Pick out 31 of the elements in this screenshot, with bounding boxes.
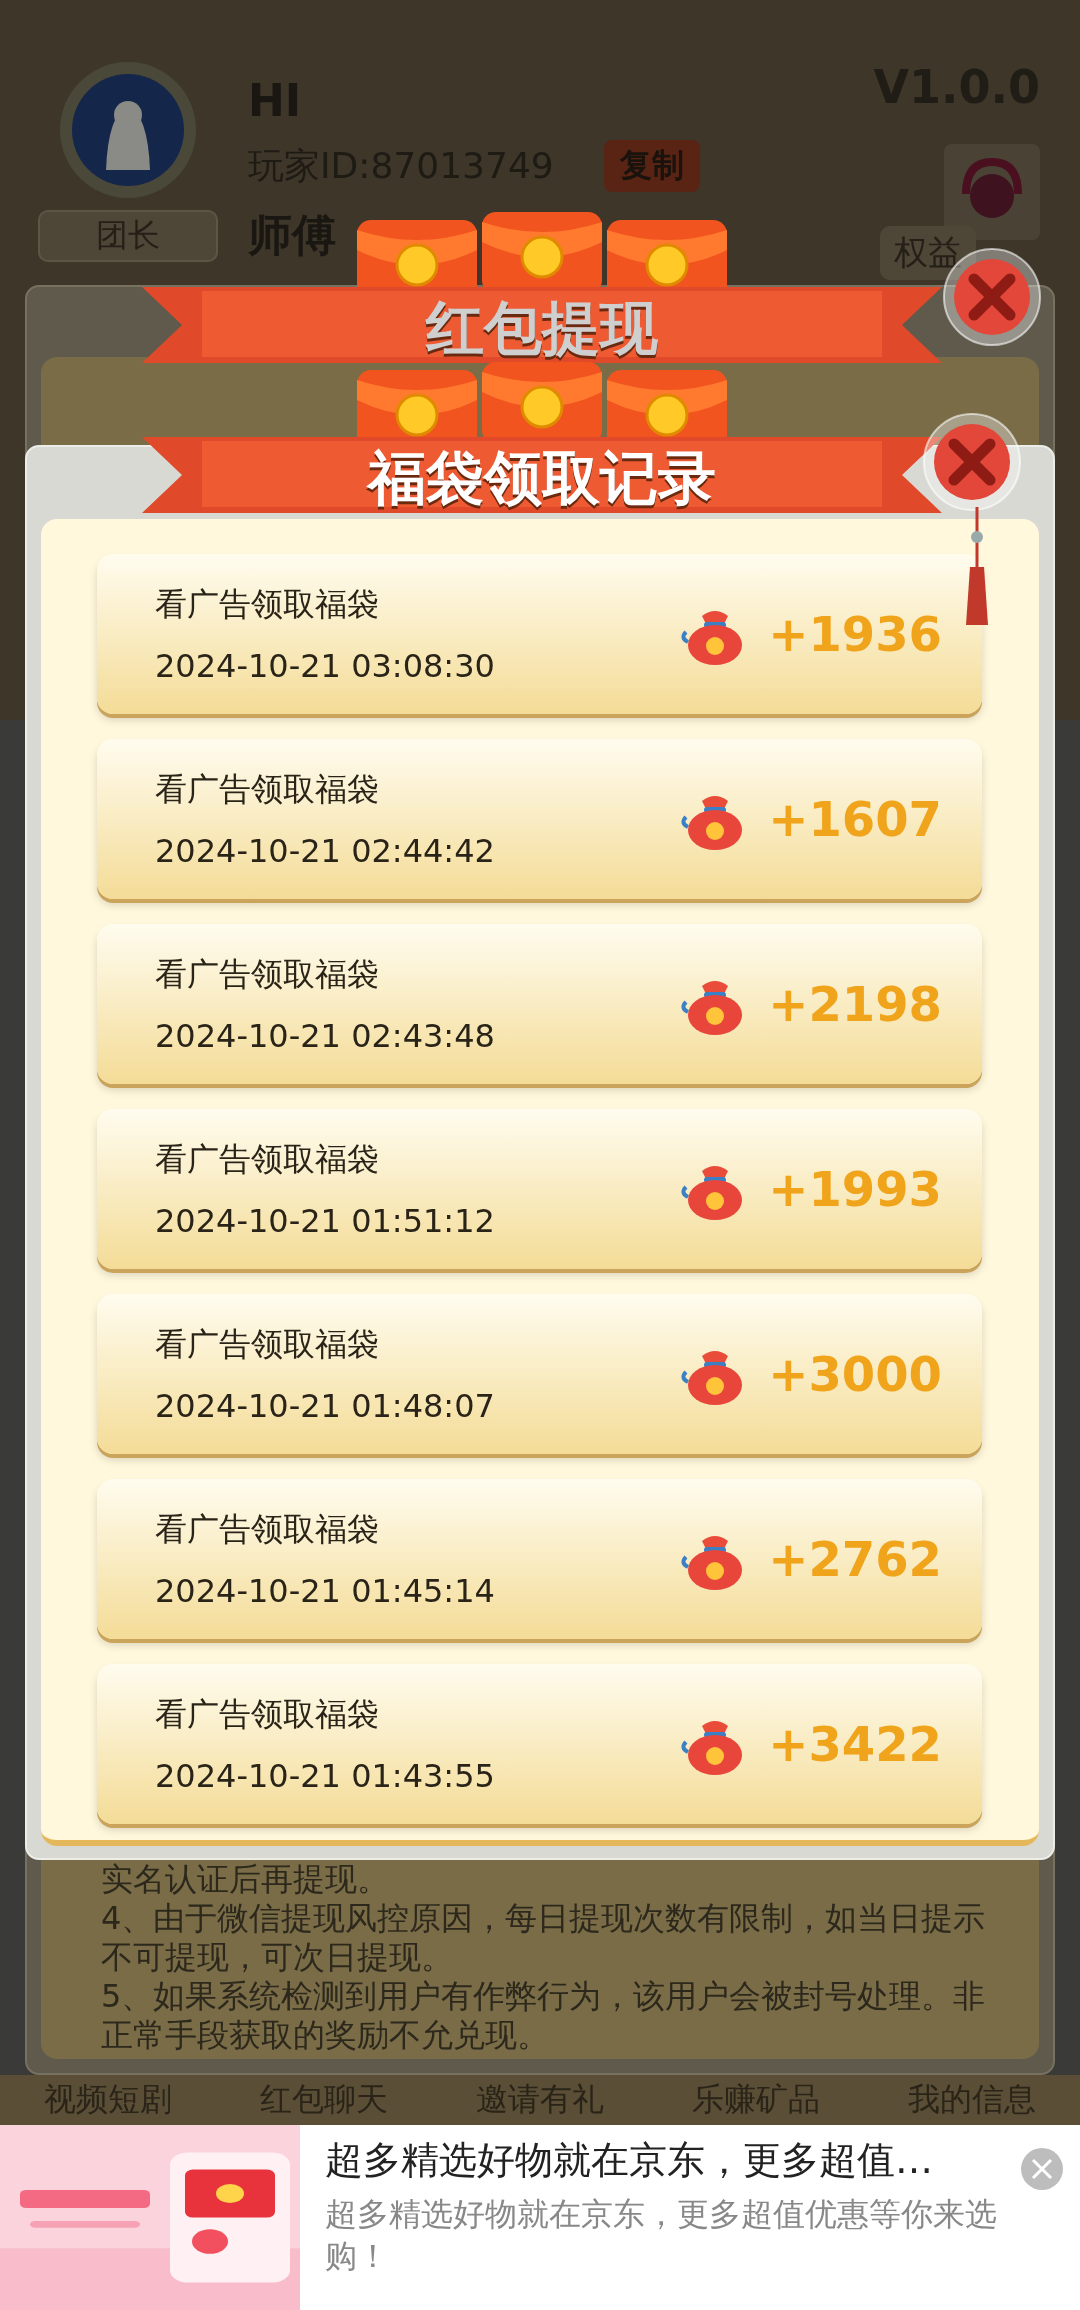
close-button[interactable] — [922, 412, 1022, 512]
record-amount: +1936 — [768, 606, 942, 662]
record-title: 看广告领取福袋 — [155, 769, 380, 810]
record-time: 2024-10-21 01:45:14 — [155, 1572, 496, 1610]
rule-text: 实名认证后再提现。 — [101, 1860, 390, 1899]
rule-text: 4、由于微信提现风控原因，每日提现次数有限制，如当日提示不可提现，可次日提现。 — [101, 1899, 987, 1977]
record-time: 2024-10-21 03:08:30 — [155, 647, 496, 685]
record-amount: +1993 — [768, 1161, 942, 1217]
rule-text: 5、如果系统检测到用户有作弊行为，该用户会被封号处理。非正常手段获取的奖励不允兑现。 — [101, 1977, 987, 2055]
record-time: 2024-10-21 02:43:48 — [155, 1017, 496, 1055]
record-title: 看广告领取福袋 — [155, 1139, 380, 1180]
record-title: 看广告领取福袋 — [155, 1694, 380, 1735]
avatar[interactable] — [58, 60, 198, 200]
record-amount: +2762 — [768, 1531, 942, 1587]
record-title: 看广告领取福袋 — [155, 1324, 380, 1365]
record-time: 2024-10-21 01:43:55 — [155, 1757, 496, 1795]
record-amount: +1607 — [768, 791, 942, 847]
record-time: 2024-10-21 01:48:07 — [155, 1387, 496, 1425]
record-title: 看广告领取福袋 — [155, 954, 380, 995]
record-title: 看广告领取福袋 — [155, 1509, 380, 1550]
record-amount: +3000 — [768, 1346, 942, 1402]
ad-headline[interactable]: 超多精选好物就在京东，更多超值… — [325, 2135, 933, 2186]
record-time: 2024-10-21 01:51:12 — [155, 1202, 496, 1240]
ad-description[interactable]: 超多精选好物就在京东，更多超值优惠等你来选购！ — [325, 2194, 1055, 2278]
dialog-title: 红包提现 — [424, 293, 659, 364]
record-time: 2024-10-21 02:44:42 — [155, 832, 496, 870]
copy-button[interactable]: 复制 — [603, 140, 700, 192]
record-amount: +2198 — [768, 976, 942, 1032]
record-title: 看广告领取福袋 — [155, 584, 380, 625]
record-amount: +3422 — [768, 1716, 942, 1772]
dialog-title: 福袋领取记录 — [365, 443, 717, 514]
